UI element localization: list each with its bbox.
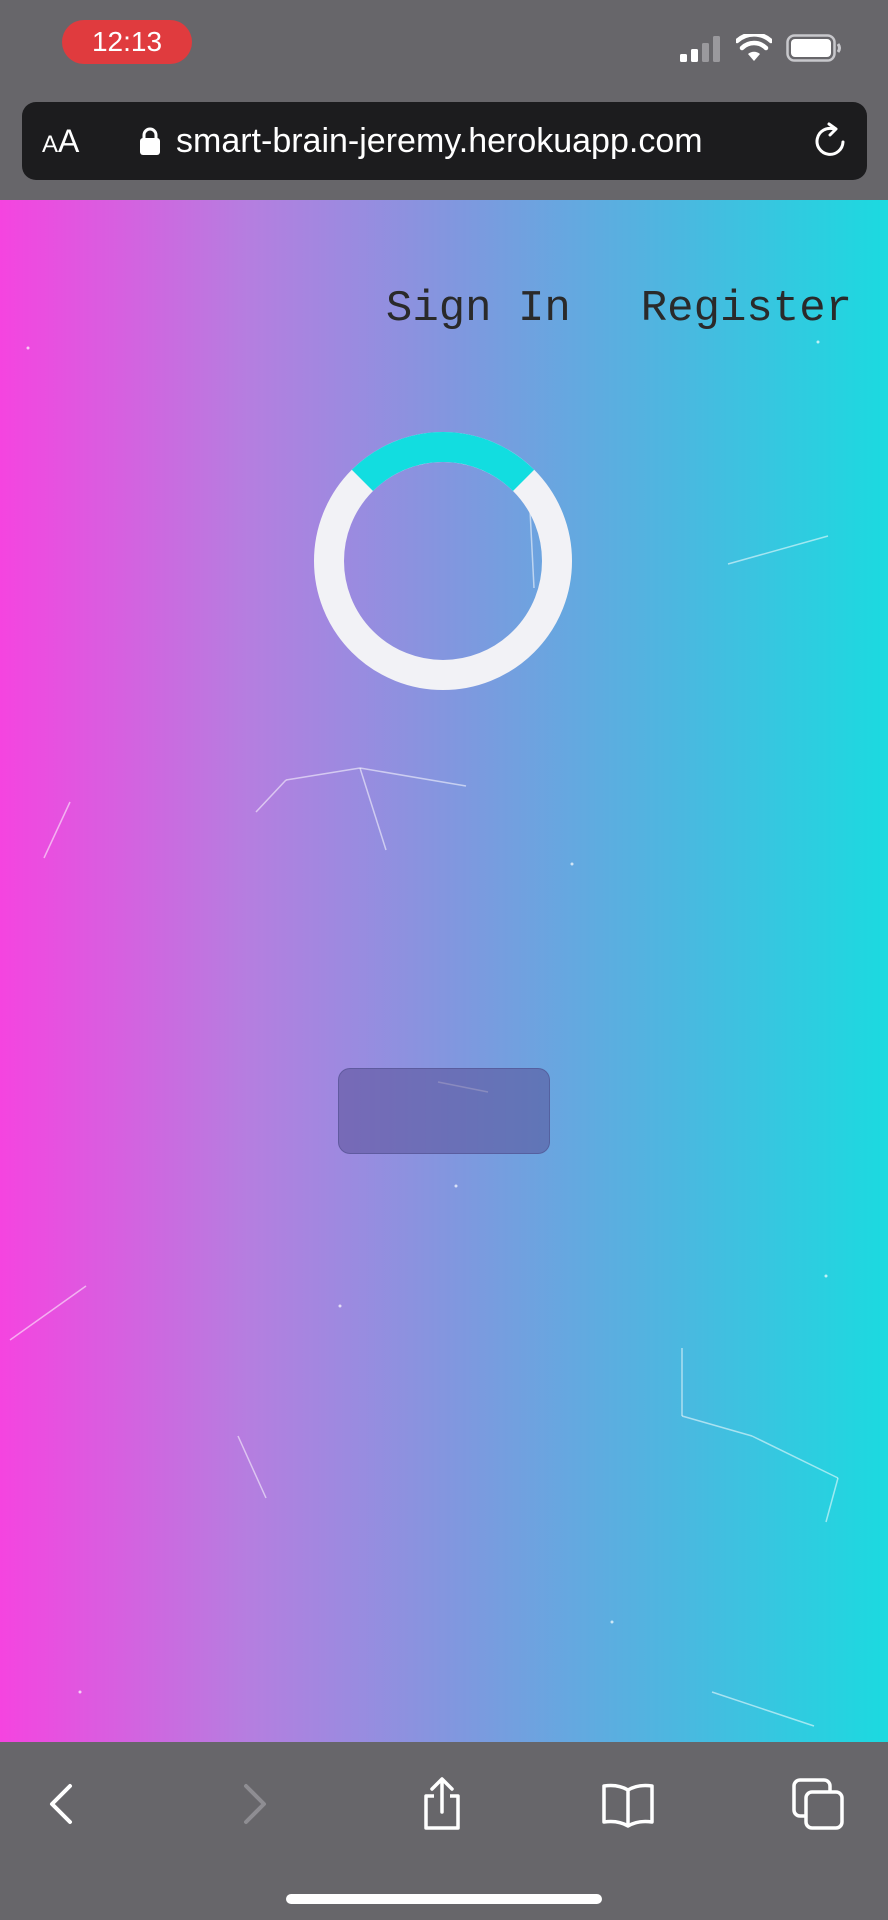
status-time: 12:13 xyxy=(62,20,192,64)
web-page: Sign In Register xyxy=(0,200,888,1742)
status-bar: 12:13 xyxy=(0,0,888,90)
tabs-icon[interactable] xyxy=(790,1776,846,1832)
reload-icon[interactable] xyxy=(812,122,850,160)
submit-button-placeholder[interactable] xyxy=(338,1068,550,1154)
share-icon[interactable] xyxy=(414,1776,470,1832)
bookmarks-icon[interactable] xyxy=(600,1776,656,1832)
lock-icon xyxy=(140,127,160,155)
battery-icon xyxy=(786,34,841,62)
top-nav: Sign In Register xyxy=(386,284,852,334)
address-bar[interactable]: AA smart-brain-jeremy.herokuapp.com xyxy=(22,102,867,180)
register-link[interactable]: Register xyxy=(641,284,852,334)
url-text[interactable]: smart-brain-jeremy.herokuapp.com xyxy=(176,122,703,160)
back-icon[interactable] xyxy=(34,1776,90,1832)
home-indicator[interactable] xyxy=(286,1894,602,1904)
browser-toolbar xyxy=(0,1742,888,1920)
sign-in-link[interactable]: Sign In xyxy=(386,284,571,334)
loading-spinner xyxy=(314,432,572,690)
wifi-icon xyxy=(736,34,772,61)
text-size-button[interactable]: AA xyxy=(42,122,102,160)
text-size-label-small: A xyxy=(42,131,59,158)
signal-icon xyxy=(680,36,720,62)
text-size-label-large: A xyxy=(58,123,80,159)
forward-icon[interactable] xyxy=(226,1776,282,1832)
